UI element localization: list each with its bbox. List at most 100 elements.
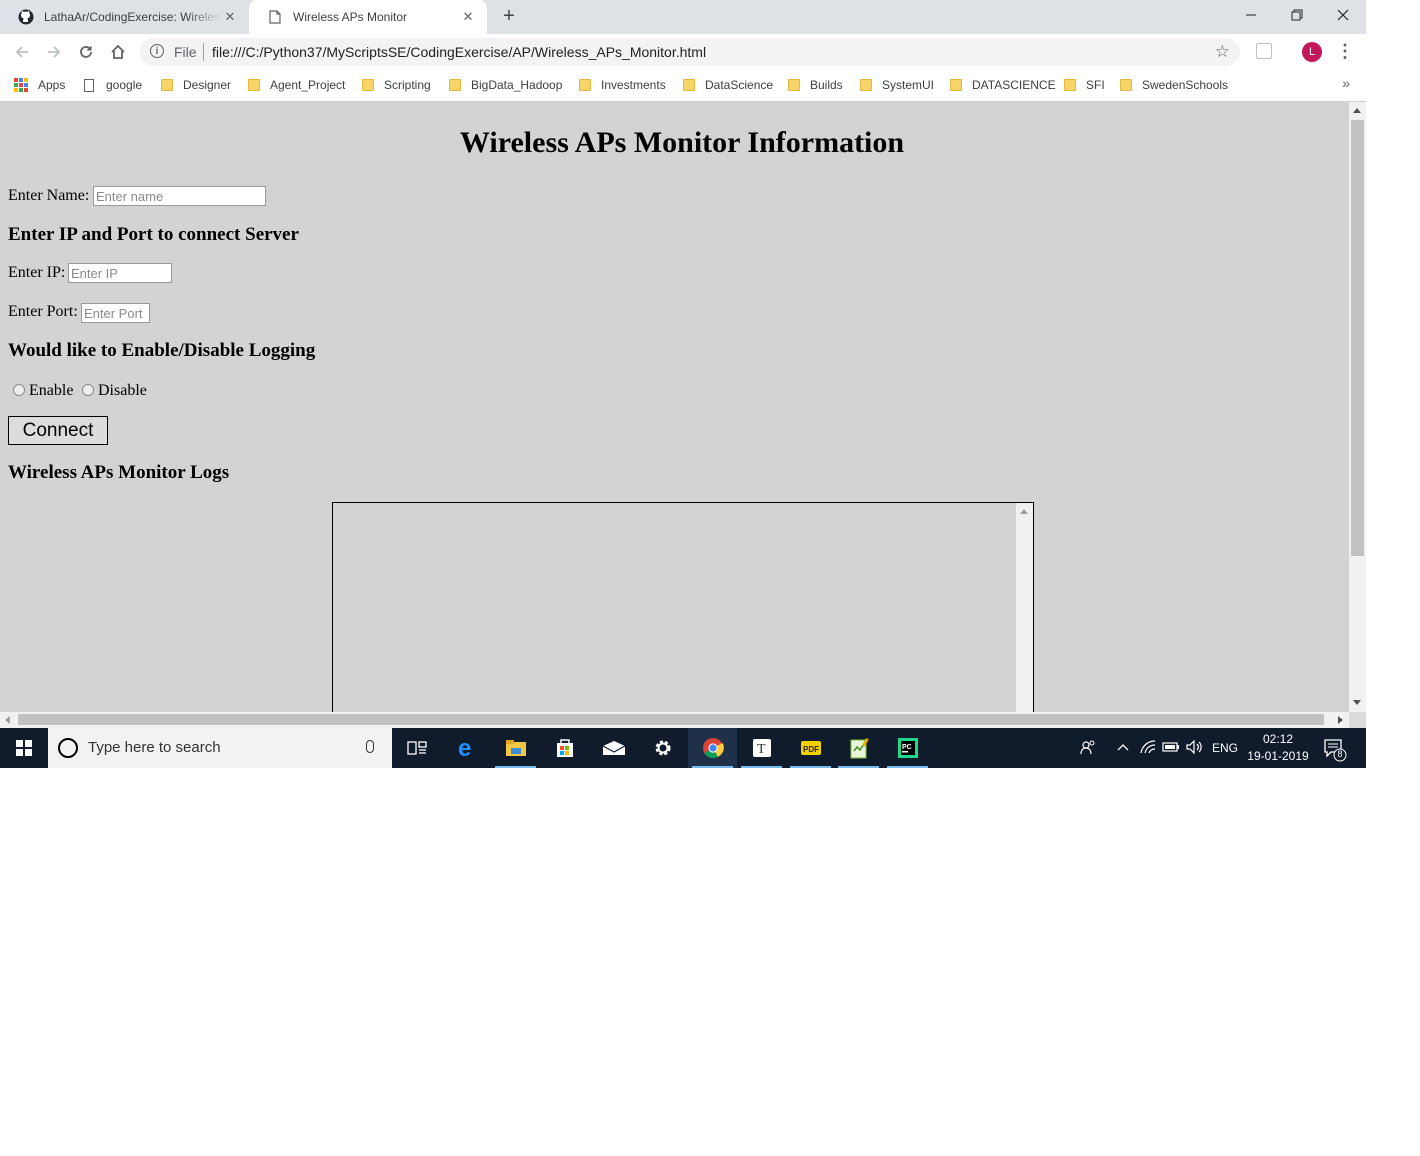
running-indicator xyxy=(838,766,879,768)
bookmark-folder[interactable]: Investments xyxy=(579,77,666,93)
close-icon[interactable]: ✕ xyxy=(459,9,477,25)
bookmark-folder[interactable]: Designer xyxy=(161,77,231,93)
bookmarks-overflow-icon[interactable]: » xyxy=(1342,75,1350,91)
battery-icon[interactable] xyxy=(1162,741,1180,756)
info-icon[interactable]: i xyxy=(150,44,164,58)
bookmarks-bar: Apps google Designer Agent_Project Scrip… xyxy=(0,70,1366,102)
search-placeholder: Type here to search xyxy=(88,739,221,756)
bookmark-label: Investments xyxy=(601,78,666,92)
page-icon xyxy=(84,78,94,92)
folder-icon xyxy=(248,79,260,91)
svg-text:PC: PC xyxy=(902,744,912,751)
bookmark-folder[interactable]: DATASCIENCE xyxy=(950,77,1056,93)
folder-icon xyxy=(683,79,695,91)
name-input[interactable] xyxy=(93,186,266,206)
page-icon xyxy=(267,9,283,25)
scroll-up-icon[interactable] xyxy=(1020,509,1028,514)
wifi-icon[interactable] xyxy=(1140,740,1156,757)
tab-label: Wireless APs Monitor xyxy=(293,10,408,24)
forward-icon[interactable] xyxy=(42,40,66,64)
reload-icon[interactable] xyxy=(74,40,98,64)
notepad-plus-icon[interactable] xyxy=(834,728,883,768)
file-explorer-icon[interactable] xyxy=(491,728,540,768)
restore-icon[interactable] xyxy=(1274,0,1320,30)
task-view-icon[interactable] xyxy=(392,728,441,768)
scrollbar-corner xyxy=(1349,712,1366,728)
home-icon[interactable] xyxy=(106,40,130,64)
bookmark-folder[interactable]: Builds xyxy=(788,77,843,93)
bookmark-label: BigData_Hadoop xyxy=(471,78,563,92)
bookmark-star-icon[interactable]: ☆ xyxy=(1215,42,1230,62)
bookmark-label: Agent_Project xyxy=(270,78,346,92)
github-icon xyxy=(18,9,34,25)
bookmark-apps[interactable]: Apps xyxy=(14,77,65,93)
disable-label: Disable xyxy=(98,382,147,399)
bookmark-google[interactable]: google xyxy=(84,77,142,93)
folder-icon xyxy=(1064,79,1076,91)
edge-icon[interactable]: e xyxy=(442,728,491,768)
pycharm-icon[interactable]: PC xyxy=(883,728,932,768)
bookmark-label: Scripting xyxy=(384,78,431,92)
chrome-icon[interactable] xyxy=(688,728,737,768)
action-center-icon[interactable]: 8 xyxy=(1318,736,1352,762)
logs-scrollbar[interactable] xyxy=(1016,503,1033,712)
connect-button[interactable]: Connect xyxy=(8,416,108,445)
scroll-left-icon[interactable] xyxy=(5,716,10,724)
clock-time: 02:12 xyxy=(1262,732,1294,746)
chevron-up-icon[interactable] xyxy=(1116,740,1130,757)
address-bar[interactable]: i File file:///C:/Python37/MyScriptsSE/C… xyxy=(140,38,1240,66)
window-close-icon[interactable] xyxy=(1320,0,1366,30)
start-button[interactable] xyxy=(0,728,48,768)
close-icon[interactable]: ✕ xyxy=(221,9,239,25)
bookmark-folder[interactable]: DataScience xyxy=(683,77,773,93)
vertical-scrollbar[interactable] xyxy=(1349,102,1366,712)
scroll-right-icon[interactable] xyxy=(1338,716,1343,724)
bookmark-folder[interactable]: SystemUI xyxy=(860,77,934,93)
settings-gear-icon[interactable] xyxy=(638,728,687,768)
typora-icon[interactable]: T xyxy=(737,728,786,768)
running-indicator xyxy=(495,766,536,768)
ip-input[interactable] xyxy=(68,263,172,283)
new-tab-icon[interactable]: + xyxy=(498,6,520,28)
bookmark-folder[interactable]: Agent_Project xyxy=(248,77,345,93)
horizontal-scrollbar[interactable] xyxy=(0,712,1349,728)
running-indicator xyxy=(790,766,831,768)
bookmark-folder[interactable]: Scripting xyxy=(362,77,431,93)
language-indicator[interactable]: ENG xyxy=(1212,741,1238,755)
folder-icon xyxy=(860,79,872,91)
pdf-reader-icon[interactable]: PDF xyxy=(786,728,835,768)
people-icon[interactable] xyxy=(1080,739,1096,758)
logs-textarea[interactable] xyxy=(332,502,1034,712)
scroll-down-icon[interactable] xyxy=(1353,700,1361,705)
disable-radio[interactable] xyxy=(82,384,94,396)
vertical-scroll-thumb[interactable] xyxy=(1351,120,1364,556)
bookmark-folder[interactable]: SwedenSchools xyxy=(1120,77,1228,93)
tab-github[interactable]: LathaAr/CodingExercise: Wireless APs Mon… xyxy=(0,0,249,34)
volume-icon[interactable] xyxy=(1186,739,1204,757)
menu-icon[interactable]: ⋮ xyxy=(1336,41,1354,63)
url-text[interactable]: file:///C:/Python37/MyScriptsSE/CodingEx… xyxy=(212,44,706,60)
tab-wireless-monitor[interactable]: Wireless APs Monitor ✕ xyxy=(249,0,487,34)
microphone-icon[interactable] xyxy=(366,740,374,753)
bookmark-label: SwedenSchools xyxy=(1142,78,1229,92)
folder-icon xyxy=(579,79,591,91)
port-input[interactable] xyxy=(81,303,150,323)
ip-label: Enter IP: xyxy=(8,264,66,281)
bookmark-folder[interactable]: BigData_Hadoop xyxy=(449,77,562,93)
taskbar-search[interactable]: Type here to search xyxy=(48,728,392,768)
bookmark-folder[interactable]: SFI xyxy=(1064,77,1105,93)
enable-radio[interactable] xyxy=(13,384,25,396)
svg-text:PDF: PDF xyxy=(803,745,819,754)
store-icon[interactable] xyxy=(540,728,589,768)
scroll-up-icon[interactable] xyxy=(1353,108,1361,113)
bookmark-label: DataScience xyxy=(705,78,774,92)
system-clock[interactable]: 02:12 19-01-2019 xyxy=(1244,731,1312,765)
back-icon[interactable] xyxy=(10,40,34,64)
running-indicator xyxy=(741,766,782,768)
extension-icon[interactable] xyxy=(1256,43,1272,59)
minimize-icon[interactable] xyxy=(1228,0,1274,30)
avatar[interactable]: L xyxy=(1302,42,1322,62)
mail-icon[interactable] xyxy=(589,728,638,768)
horizontal-scroll-thumb[interactable] xyxy=(18,714,1324,725)
cortana-icon xyxy=(58,738,78,758)
